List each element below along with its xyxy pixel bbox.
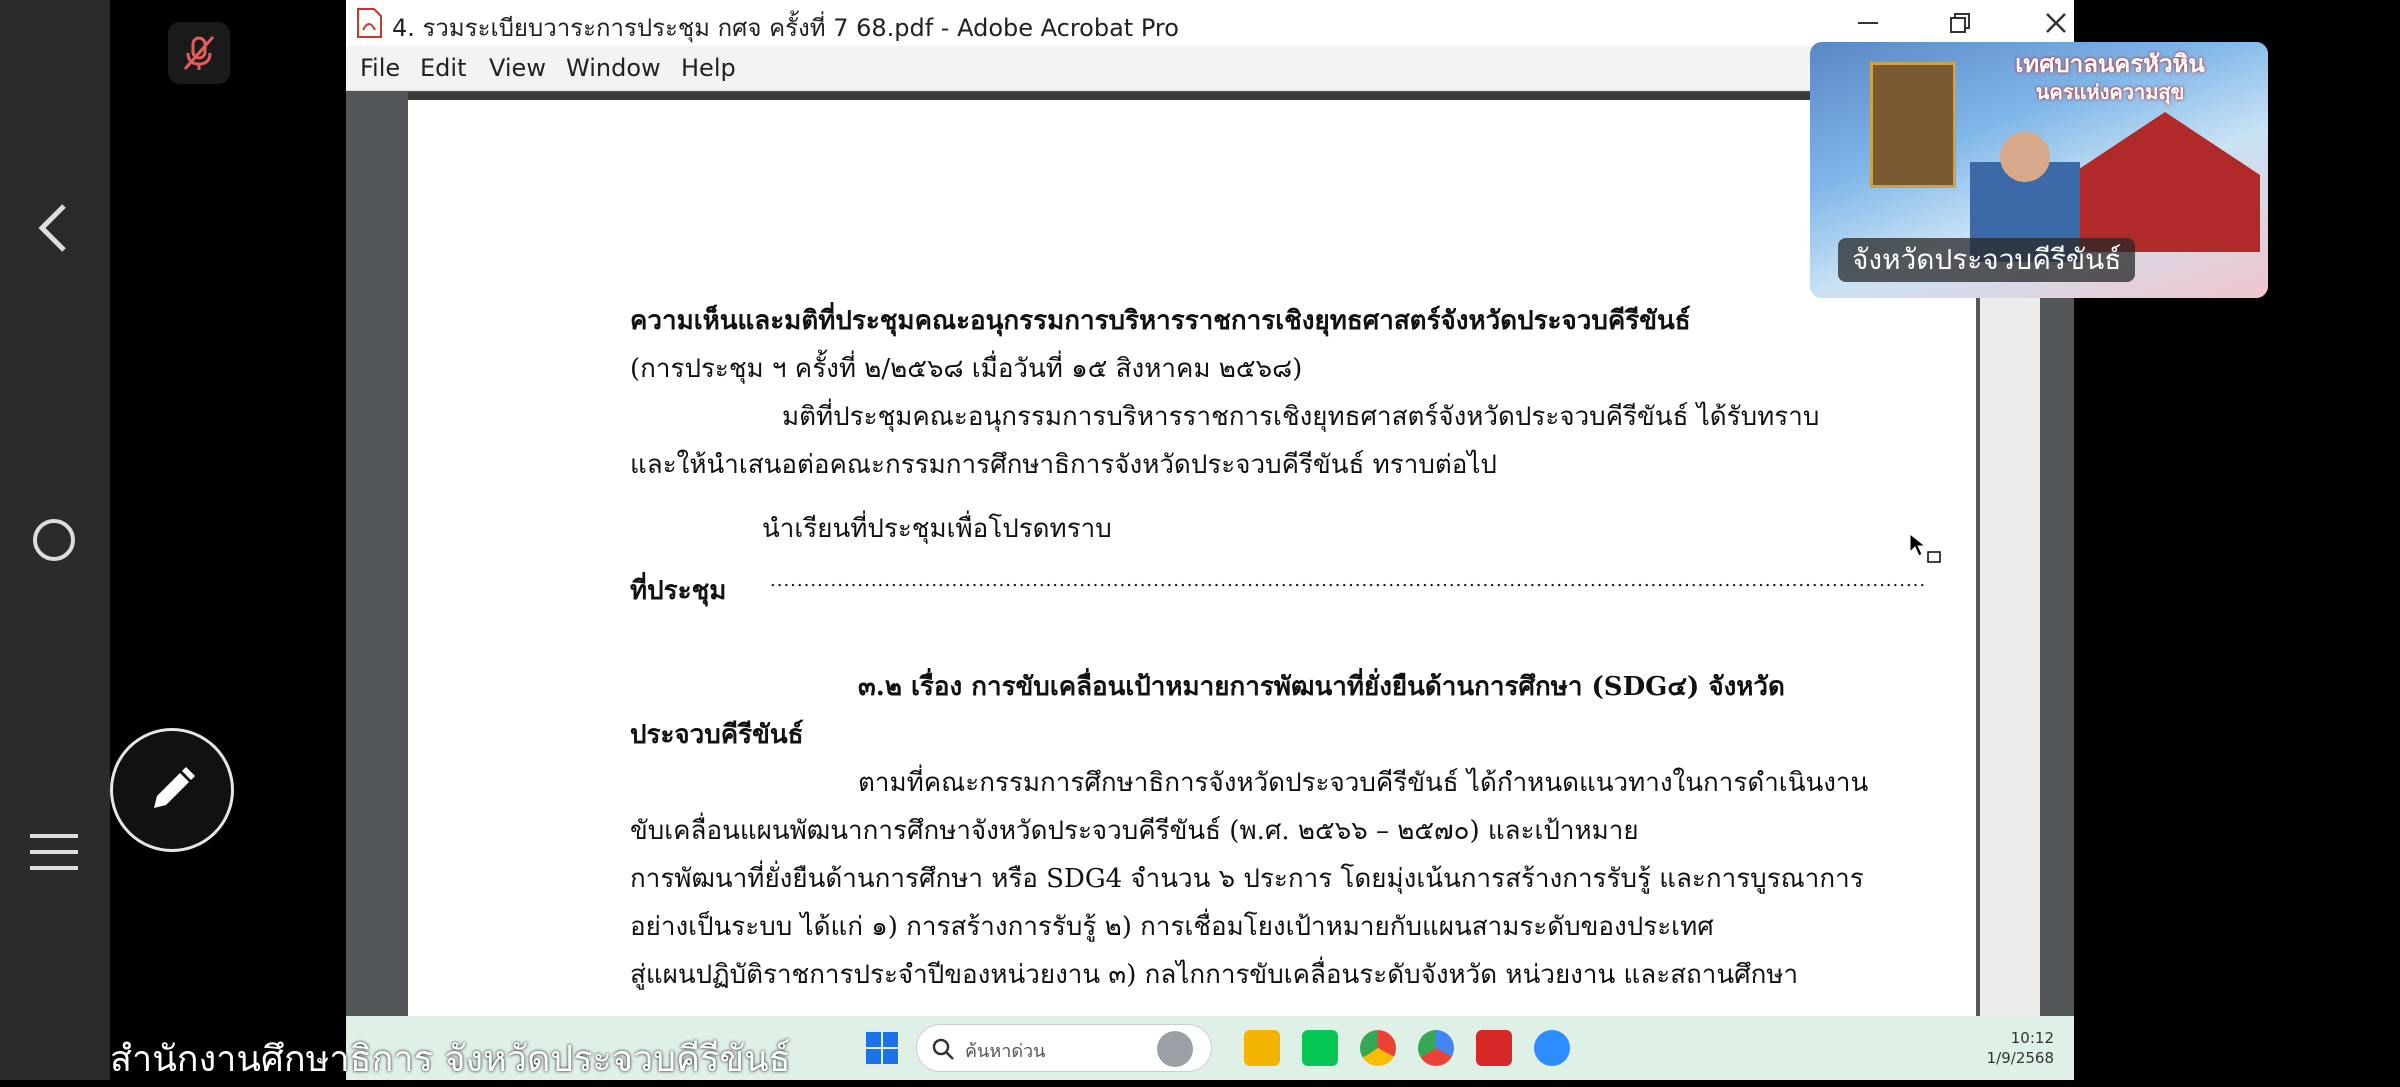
restore-button[interactable] (1930, 4, 1990, 42)
participant-name-label: จังหวัดประจวบคีรีขันธ์ (1838, 238, 2136, 282)
annotate-pen-button[interactable] (110, 728, 234, 852)
home-icon[interactable] (30, 516, 78, 568)
video-banner: เทศบาลนครหัวหิน นครแห่งความสุข (1960, 50, 2260, 106)
doc-para1-line2: และให้นำเสนอต่อคณะกรรมการศึกษาธิการจังหว… (630, 450, 1497, 480)
menu-icon[interactable] (30, 832, 78, 876)
acrobat-icon[interactable] (1476, 1030, 1512, 1066)
file-explorer-icon[interactable] (1244, 1030, 1280, 1066)
doc-para1-line1: มติที่ประชุมคณะอนุกรรมการบริหารราชการเชิ… (782, 402, 1820, 432)
doc-section-line1: ๓.๒ เรื่อง การขับเคลื่อนเป้าหมายการพัฒนา… (858, 672, 1785, 702)
system-clock[interactable]: 10:12 1/9/2568 (1987, 1028, 2054, 1068)
menu-window[interactable]: Window (566, 54, 661, 82)
pdf-page[interactable]: ความเห็นและมติที่ประชุมคณะอนุกรรมการบริห… (408, 100, 1976, 1016)
chrome-icon[interactable] (1360, 1030, 1396, 1066)
pencil-icon (154, 767, 195, 808)
participant-video[interactable]: เทศบาลนครหัวหิน นครแห่งความสุข จังหวัดปร… (1810, 42, 2268, 298)
left-rail (0, 0, 110, 1080)
doc-body-line: อย่างเป็นระบบ ได้แก่ ๑) การสร้างการรับรู… (630, 912, 1714, 942)
banner-line1: เทศบาลนครหัวหิน (2015, 50, 2205, 78)
mouse-cursor-icon (1908, 532, 1944, 572)
search-highlight-icon (1157, 1031, 1193, 1067)
menu-edit[interactable]: Edit (420, 54, 466, 82)
menu-help[interactable]: Help (681, 54, 736, 82)
chrome-profile-icon[interactable] (1418, 1030, 1454, 1066)
doc-body-line: ตามที่คณะกรรมการศึกษาธิการจังหวัดประจวบค… (858, 768, 1869, 798)
person-figure (2000, 132, 2050, 182)
mic-off-icon (183, 36, 215, 70)
banner-line2: นครแห่งความสุข (2035, 80, 2185, 104)
live-caption: สำนักงานศึกษาธิการ จังหวัดประจวบคีรีขันธ… (110, 1039, 791, 1080)
minimize-icon (1858, 22, 1878, 24)
restore-icon (1950, 13, 1970, 33)
zoom-icon[interactable] (1534, 1030, 1570, 1066)
doc-section-line2: ประจวบคีรีขันธ์ (630, 720, 804, 750)
doc-heading: ความเห็นและมติที่ประชุมคณะอนุกรรมการบริห… (630, 306, 1691, 336)
search-icon (932, 1038, 954, 1060)
taskbar-search[interactable]: ค้นหาด่วน (916, 1024, 1212, 1072)
doc-subheading: (การประชุม ฯ ครั้งที่ ๒/๒๕๖๘ เมื่อวันที่… (630, 354, 1303, 384)
mic-muted-button[interactable] (168, 22, 230, 84)
doc-meeting-dots: ........................................… (770, 570, 1927, 591)
doc-meeting-label: ที่ประชุม (630, 576, 727, 606)
clock-date: 1/9/2568 (1986, 1049, 2054, 1067)
page-edge (408, 92, 1976, 100)
doc-notice: นำเรียนที่ประชุมเพื่อโปรดทราบ (762, 514, 1112, 544)
portrait-frame (1870, 62, 1956, 188)
back-icon[interactable] (30, 200, 78, 260)
line-app-icon[interactable] (1302, 1030, 1338, 1066)
close-icon (2046, 13, 2066, 33)
menu-file[interactable]: File (360, 54, 400, 82)
doc-body-line: สู่แผนปฏิบัติราชการประจำปีของหน่วยงาน ๓)… (630, 960, 1799, 990)
doc-body-line: การพัฒนาที่ยั่งยืนด้านการศึกษา หรือ SDG4… (630, 864, 1864, 894)
menu-view[interactable]: View (489, 54, 546, 82)
title-bar: 4. รวมระเบียบวาระการประชุม กศจ ครั้งที่ … (346, 0, 2074, 46)
pdf-file-icon (357, 8, 382, 38)
doc-body-line: ขับเคลื่อนแผนพัฒนาการศึกษาจังหวัดประจวบค… (630, 816, 1639, 846)
window-title: 4. รวมระเบียบวาระการประชุม กศจ ครั้งที่ … (392, 14, 1179, 42)
clock-time: 10:12 (2010, 1029, 2054, 1047)
search-text: ค้นหาด่วน (965, 1041, 1046, 1062)
minimize-button[interactable] (1838, 4, 1898, 42)
start-icon[interactable] (866, 1032, 898, 1068)
